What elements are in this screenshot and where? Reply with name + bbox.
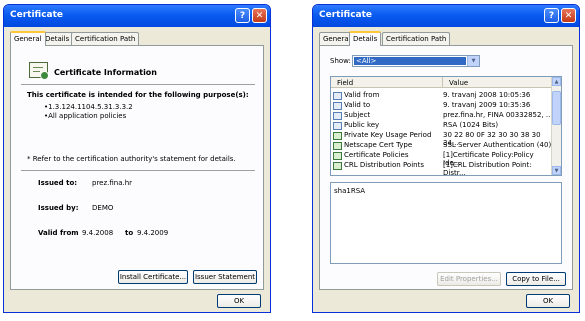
close-button[interactable]: ✕ [252,8,267,23]
valid-from-label: Valid from [38,229,79,237]
fields-list[interactable]: Field Value Valid from 9. travanj 2008 1… [330,76,562,176]
row-field: Private Key Usage Period [344,131,432,139]
window-title: Certificate [10,10,64,20]
certificate-window-general: Certificate ? ✕ General Details Certific… [3,4,271,313]
help-button[interactable]: ? [544,8,559,23]
list-item[interactable]: Certificate Policies [1]Certificate Poli… [331,151,553,167]
refer-note: * Refer to the certification authority's… [27,155,236,163]
show-dropdown[interactable]: <All> ▼ [352,55,480,67]
tab-general[interactable]: General [10,31,46,46]
details-panel: Show: <All> ▼ Field Value Valid from 9. … [319,45,573,290]
list-item[interactable]: Valid from 9. travanj 2008 10:05:36 [331,91,553,101]
field-icon [333,122,342,130]
tab-certification-path[interactable]: Certification Path [382,32,451,45]
copy-to-file-button[interactable]: Copy to File... [506,272,566,286]
tab-details[interactable]: Details [41,32,74,45]
info-heading: Certificate Information [54,68,157,77]
purpose-item: •All application policies [44,112,127,120]
column-header-value[interactable]: Value [443,77,553,88]
list-item[interactable]: Valid to 9. travanj 2009 10:35:36 [331,101,553,111]
row-value: 9. travanj 2008 10:05:36 [443,91,531,99]
row-field: Valid to [344,101,371,109]
row-value: RSA (1024 Bits) [443,121,499,129]
certificate-icon [29,62,49,80]
vertical-scrollbar[interactable]: ▲ ▼ [551,77,561,175]
show-dropdown-value: <All> [354,57,466,65]
tab-details[interactable]: Details [349,31,382,46]
list-item[interactable]: Public key RSA (1024 Bits) [331,121,553,131]
window-title: Certificate [319,10,373,20]
scroll-up-icon[interactable]: ▲ [552,77,561,86]
close-button[interactable]: ✕ [561,8,576,23]
valid-to-value: 9.4.2009 [137,229,169,237]
row-field: Netscape Cert Type [344,141,413,149]
title-bar[interactable]: Certificate ? ✕ [4,5,270,27]
purpose-heading: This certificate is intended for the fol… [27,91,249,99]
ok-button[interactable]: OK [526,294,570,308]
extension-icon [333,152,342,160]
extension-icon [333,142,342,150]
field-detail-text: sha1RSA [334,187,366,195]
valid-to-label: to [125,229,134,237]
issued-to-label: Issued to: [38,179,78,187]
issued-by-value: DEMO [92,204,114,212]
field-detail-box[interactable]: sha1RSA [330,182,562,264]
issued-to-value: prez.fina.hr [92,179,133,187]
list-item[interactable]: Netscape Cert Type SSL Server Authentica… [331,141,553,151]
chevron-down-icon[interactable]: ▼ [467,56,479,66]
field-icon [333,112,342,120]
issued-by-label: Issued by: [38,204,79,212]
issuer-statement-button[interactable]: Issuer Statement [193,270,257,284]
row-value: SSL Server Authentication (40) [443,141,552,149]
row-value: 9. travanj 2009 10:35:36 [443,101,531,109]
edit-properties-button[interactable]: Edit Properties... [437,272,501,286]
row-field: CRL Distribution Points [344,161,424,169]
row-value: prez.fina.hr, FINA 00332852, ... [443,111,553,119]
field-icon [333,102,342,110]
title-bar[interactable]: Certificate ? ✕ [313,5,579,27]
field-icon [333,92,342,100]
divider [21,170,255,171]
scroll-down-icon[interactable]: ▼ [552,166,561,175]
list-item[interactable]: Private Key Usage Period 30 22 80 0F 32 … [331,131,553,147]
help-button[interactable]: ? [235,8,250,23]
install-certificate-button[interactable]: Install Certificate... [118,270,188,284]
row-field: Subject [344,111,371,119]
row-value: [1]CRL Distribution Point: Distr... [443,161,532,176]
row-field: Valid from [344,91,380,99]
extension-icon [333,132,342,140]
column-header-field[interactable]: Field [331,77,443,88]
show-label: Show: [330,57,351,65]
divider [21,84,255,85]
extension-icon [333,162,342,170]
tab-certification-path[interactable]: Certification Path [71,32,140,45]
scroll-thumb[interactable] [552,91,561,125]
certificate-window-details: Certificate ? ✕ General Details Certific… [312,4,580,313]
general-panel: Certificate Information This certificate… [10,45,264,290]
valid-from-value: 9.4.2008 [82,229,114,237]
row-field: Certificate Policies [344,151,409,159]
ok-button[interactable]: OK [217,294,261,308]
purpose-item: •1.3.124.1104.5.31.3.3.2 [44,103,133,111]
list-item[interactable]: CRL Distribution Points [1]CRL Distribut… [331,161,553,175]
list-item[interactable]: Subject prez.fina.hr, FINA 00332852, ... [331,111,553,121]
row-field: Public key [344,121,380,129]
